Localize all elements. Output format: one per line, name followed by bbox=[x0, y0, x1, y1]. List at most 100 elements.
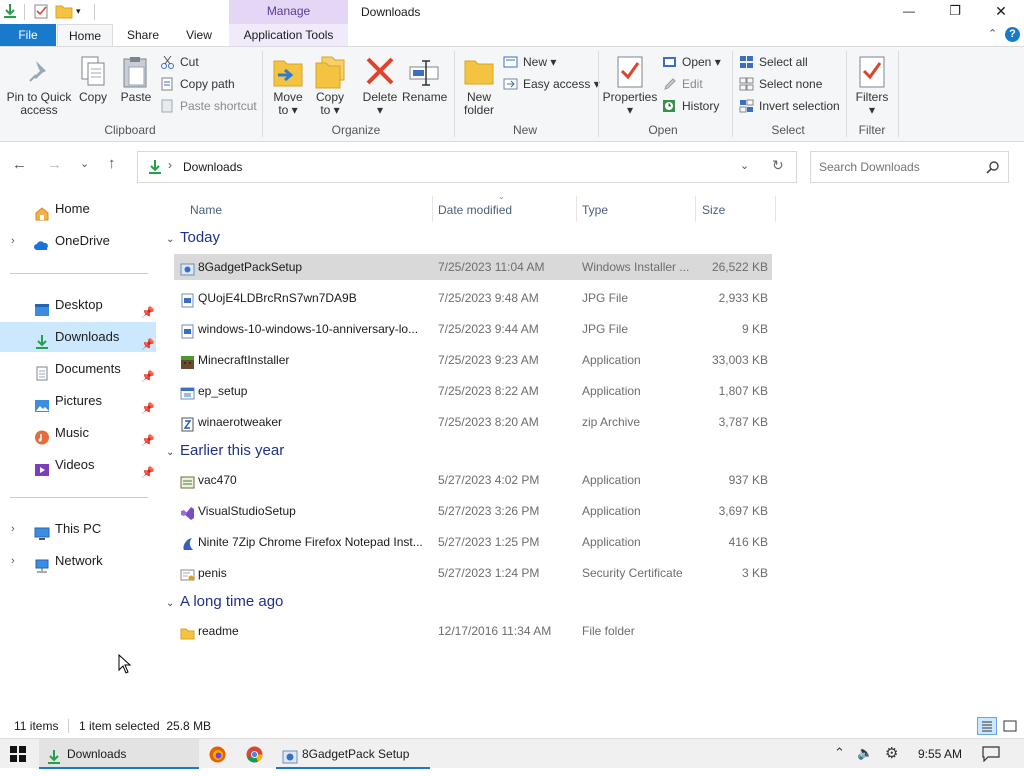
search-icon[interactable] bbox=[986, 160, 1000, 174]
pin-to-quick-access-button[interactable]: Pin to Quick access bbox=[4, 91, 74, 117]
delete-icon[interactable] bbox=[364, 55, 396, 87]
large-icons-view-icon[interactable] bbox=[1001, 718, 1019, 734]
show-hidden-icons-chevron-icon[interactable]: ⌃ bbox=[834, 745, 845, 761]
expand-chevron-icon[interactable]: › bbox=[11, 514, 15, 544]
new-folder-button[interactable]: New folder bbox=[458, 91, 500, 117]
copy-to-icon[interactable] bbox=[314, 55, 346, 89]
pin-icon[interactable] bbox=[22, 57, 54, 89]
select-all-button[interactable]: Select all bbox=[739, 52, 808, 72]
file-row[interactable]: ep_setup 7/25/2023 8:22 AM Application 1… bbox=[174, 378, 772, 404]
group-header-earlier-this-year[interactable]: ⌄ Earlier this year bbox=[166, 440, 284, 462]
nav-pictures[interactable]: Pictures 📌 bbox=[0, 386, 156, 416]
rename-icon[interactable] bbox=[408, 55, 440, 87]
breadcrumb-separator-icon[interactable]: › bbox=[168, 158, 172, 172]
tab-home[interactable]: Home bbox=[57, 24, 113, 47]
start-windows-icon[interactable] bbox=[10, 746, 26, 762]
open-button[interactable]: Open ▾ bbox=[662, 52, 721, 72]
column-header-type[interactable]: Type bbox=[582, 200, 608, 220]
properties-icon[interactable] bbox=[614, 55, 646, 89]
nav-this-pc[interactable]: › This PC bbox=[0, 514, 156, 544]
tab-share[interactable]: Share bbox=[118, 24, 168, 46]
history-button[interactable]: History bbox=[662, 96, 719, 116]
customize-quick-access-icon[interactable]: ▾ bbox=[76, 3, 92, 19]
move-to-icon[interactable] bbox=[272, 55, 304, 89]
taskbar-explorer-button[interactable]: Downloads bbox=[39, 739, 199, 769]
paste-shortcut-button[interactable]: Paste shortcut bbox=[160, 96, 257, 116]
address-bar[interactable]: › Downloads ⌄ ↻ bbox=[137, 151, 797, 183]
properties-button[interactable]: Properties ▾ bbox=[602, 91, 658, 117]
file-row[interactable]: vac470 5/27/2023 4:02 PM Application 937… bbox=[174, 467, 772, 493]
column-header-name[interactable]: Name bbox=[190, 200, 222, 220]
file-row[interactable]: QUojE4LDBrcRnS7wn7DA9B 7/25/2023 9:48 AM… bbox=[174, 285, 772, 311]
nav-documents[interactable]: Documents 📌 bbox=[0, 354, 156, 384]
maximize-button[interactable]: ❐ bbox=[932, 0, 978, 24]
column-header-date-modified[interactable]: Date modified bbox=[438, 200, 512, 220]
refresh-icon[interactable]: ↻ bbox=[772, 157, 784, 174]
taskbar-setup-button[interactable]: 8GadgetPack Setup bbox=[276, 739, 430, 769]
file-row[interactable]: 8GadgetPackSetup 7/25/2023 11:04 AM Wind… bbox=[174, 254, 772, 280]
cut-button[interactable]: Cut bbox=[160, 52, 199, 72]
copy-to-button[interactable]: Copy to ▾ bbox=[310, 91, 350, 117]
invert-selection-button[interactable]: Invert selection bbox=[739, 96, 840, 116]
nav-home[interactable]: Home bbox=[0, 194, 156, 224]
settings-gear-icon[interactable]: ⚙ bbox=[885, 744, 898, 762]
paste-button[interactable]: Paste bbox=[118, 91, 154, 104]
chrome-icon[interactable] bbox=[246, 746, 263, 763]
paste-icon[interactable] bbox=[120, 55, 150, 89]
group-header-a-long-time-ago[interactable]: ⌄ A long time ago bbox=[166, 591, 283, 613]
help-icon[interactable]: ? bbox=[1005, 27, 1020, 42]
volume-icon[interactable]: 🔈 bbox=[857, 745, 873, 761]
close-button[interactable]: ✕ bbox=[978, 0, 1024, 24]
properties-quick-icon[interactable] bbox=[33, 3, 49, 19]
ribbon-collapse-icon[interactable]: ⌃ bbox=[988, 27, 997, 40]
group-header-today[interactable]: ⌄ Today bbox=[166, 227, 220, 249]
filters-icon[interactable] bbox=[856, 55, 888, 89]
recent-locations-chevron-icon[interactable]: ⌄ bbox=[80, 157, 89, 170]
easy-access-button[interactable]: Easy access ▾ bbox=[503, 74, 600, 94]
nav-desktop[interactable]: Desktop 📌 bbox=[0, 290, 156, 320]
rename-button[interactable]: Rename bbox=[402, 91, 447, 104]
nav-music[interactable]: Music 📌 bbox=[0, 418, 156, 448]
move-to-button[interactable]: Move to ▾ bbox=[268, 91, 308, 117]
notification-center-icon[interactable] bbox=[982, 746, 1000, 763]
filters-button[interactable]: Filters ▾ bbox=[848, 91, 896, 117]
breadcrumb-downloads[interactable]: Downloads bbox=[183, 152, 242, 182]
file-row[interactable]: winaerotweaker 7/25/2023 8:20 AM zip Arc… bbox=[174, 409, 772, 435]
address-dropdown-chevron-icon[interactable]: ⌄ bbox=[740, 159, 749, 172]
file-row[interactable]: Ninite 7Zip Chrome Firefox Notepad Inst.… bbox=[174, 529, 772, 555]
select-none-button[interactable]: Select none bbox=[739, 74, 822, 94]
copy-button[interactable]: Copy bbox=[76, 91, 110, 104]
file-row[interactable]: readme 12/17/2016 11:34 AM File folder bbox=[174, 618, 772, 644]
minimize-button[interactable]: — bbox=[886, 0, 932, 24]
edit-button[interactable]: Edit bbox=[662, 74, 703, 94]
file-row[interactable]: VisualStudioSetup 5/27/2023 3:26 PM Appl… bbox=[174, 498, 772, 524]
search-input[interactable] bbox=[819, 158, 979, 176]
new-folder-quick-icon[interactable] bbox=[55, 3, 73, 19]
expand-chevron-icon[interactable]: › bbox=[11, 226, 15, 256]
file-row[interactable]: MinecraftInstaller 7/25/2023 9:23 AM App… bbox=[174, 347, 772, 373]
nav-videos[interactable]: Videos 📌 bbox=[0, 450, 156, 480]
details-view-icon[interactable] bbox=[977, 717, 997, 735]
nav-onedrive[interactable]: › OneDrive bbox=[0, 226, 156, 256]
column-header-size[interactable]: Size bbox=[702, 200, 725, 220]
forward-arrow-icon[interactable]: → bbox=[47, 156, 62, 173]
file-row[interactable]: penis 5/27/2023 1:24 PM Security Certifi… bbox=[174, 560, 772, 586]
file-row[interactable]: windows-10-windows-10-anniversary-lo... … bbox=[174, 316, 772, 342]
copy-path-button[interactable]: Copy path bbox=[160, 74, 235, 94]
firefox-icon[interactable] bbox=[209, 746, 226, 763]
tab-view[interactable]: View bbox=[174, 24, 224, 46]
file-list-pane: Name Date modified ⌄ Type Size ⌄ Today 8G… bbox=[156, 190, 1024, 714]
new-item-button[interactable]: New ▾ bbox=[503, 52, 556, 72]
nav-network[interactable]: › Network bbox=[0, 546, 156, 576]
nav-downloads[interactable]: Downloads 📌 bbox=[0, 322, 156, 352]
clock[interactable]: 9:55 AM bbox=[918, 739, 962, 769]
tab-file[interactable]: File bbox=[0, 24, 56, 46]
copy-icon[interactable] bbox=[78, 55, 108, 89]
search-box[interactable] bbox=[810, 151, 1009, 183]
back-arrow-icon[interactable]: ← bbox=[12, 156, 27, 173]
up-arrow-icon[interactable]: ↑ bbox=[108, 155, 116, 172]
new-folder-icon[interactable] bbox=[463, 55, 495, 87]
tab-application-tools[interactable]: Application Tools bbox=[229, 24, 348, 46]
delete-button[interactable]: Delete ▾ bbox=[358, 91, 402, 117]
expand-chevron-icon[interactable]: › bbox=[11, 546, 15, 576]
